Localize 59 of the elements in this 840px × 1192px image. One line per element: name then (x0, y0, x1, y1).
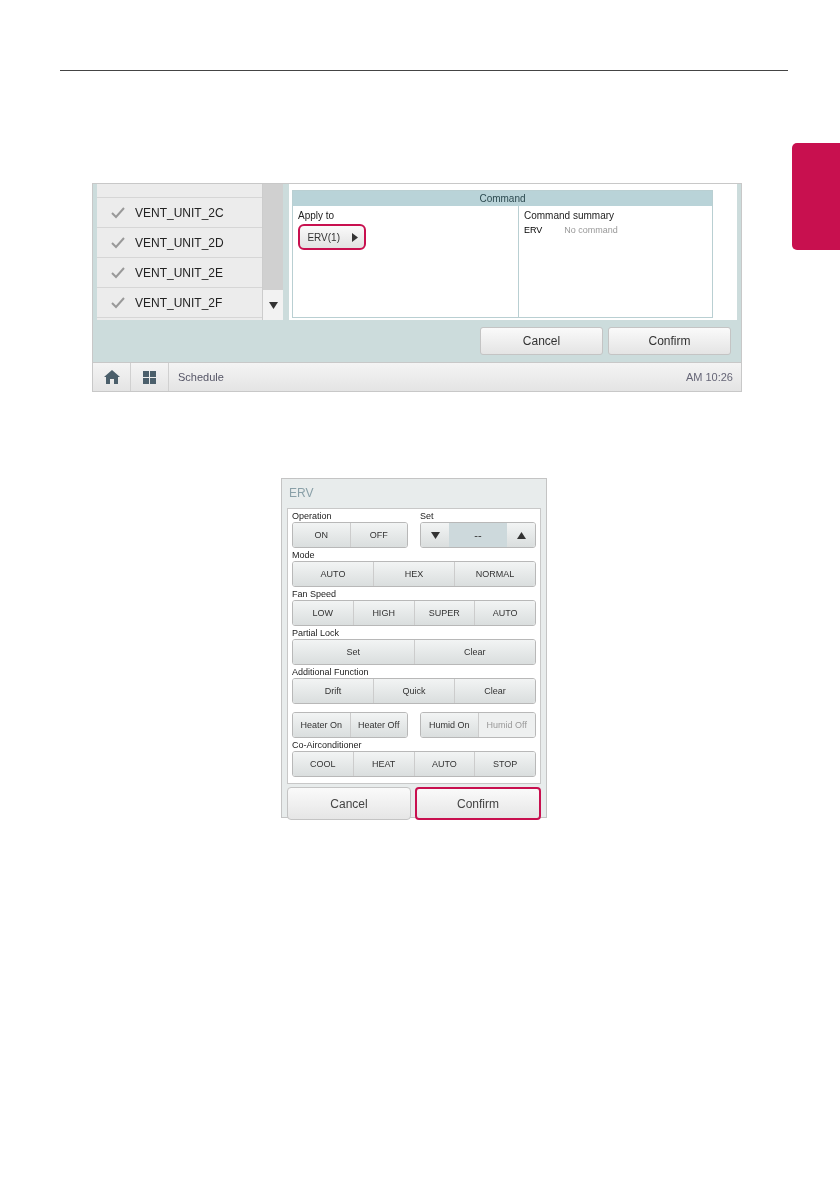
option-button[interactable]: Heater On (293, 713, 351, 737)
device-item[interactable]: VENT_UNIT_2E (97, 258, 262, 288)
device-item[interactable]: VENT_UNIT_2D (97, 228, 262, 258)
confirm-button[interactable]: Confirm (608, 327, 731, 355)
device-item[interactable]: VENT_UNIT_2F (97, 288, 262, 318)
option-button[interactable]: Quick (374, 679, 455, 703)
section-label: Co-Airconditioner (292, 740, 363, 751)
device-item[interactable]: VENT_UNIT_2C (97, 198, 262, 228)
grid-icon (143, 370, 156, 384)
decrease-button[interactable] (421, 523, 449, 547)
option-button[interactable]: HEAT (353, 752, 415, 776)
summary-device: ERV (524, 225, 543, 235)
option-button[interactable]: STOP (475, 752, 535, 776)
option-button[interactable]: COOL (293, 752, 354, 776)
summary-title: Command summary (524, 210, 616, 221)
dialog-title: ERV (288, 485, 315, 502)
clock-time: AM 10:26 (685, 371, 733, 383)
check-icon (111, 236, 125, 249)
summary-command: No command (564, 225, 618, 235)
apply-to-label: Apply to (298, 210, 335, 221)
check-icon (111, 266, 125, 279)
section-label: Fan Speed (292, 589, 338, 600)
section-label: Additional Function (292, 667, 370, 678)
option-button[interactable]: HEX (374, 562, 455, 586)
scrollbar[interactable] (263, 184, 283, 320)
option-button[interactable]: AUTO (414, 752, 476, 776)
section-label: Mode (292, 550, 316, 561)
option-button[interactable]: ON (293, 523, 351, 547)
play-icon (352, 232, 358, 242)
apply-button[interactable]: ERV(1) (298, 224, 366, 250)
cancel-button[interactable]: Cancel (480, 327, 603, 355)
option-button[interactable]: Clear (455, 679, 535, 703)
check-icon (111, 206, 125, 219)
panel-header: Command (293, 191, 712, 206)
down-triangle-icon (430, 531, 440, 539)
option-button[interactable]: AUTO (475, 601, 535, 625)
increase-button[interactable] (507, 523, 535, 547)
option-button[interactable]: Set (293, 640, 415, 664)
option-button[interactable]: Humid On (421, 713, 479, 737)
option-button[interactable]: LOW (293, 601, 354, 625)
section-label: Operation (292, 511, 333, 522)
set-value: -- (449, 523, 507, 547)
option-button[interactable]: OFF (350, 523, 407, 547)
option-button[interactable]: NORMAL (455, 562, 535, 586)
cancel-button[interactable]: Cancel (287, 787, 411, 820)
scroll-down-icon (268, 301, 278, 309)
confirm-button[interactable]: Confirm (415, 787, 541, 820)
up-triangle-icon (516, 531, 526, 539)
option-button[interactable]: SUPER (414, 601, 476, 625)
home-icon (103, 370, 120, 384)
option-button[interactable]: Heater Off (350, 713, 407, 737)
option-button[interactable]: HIGH (353, 601, 415, 625)
option-button[interactable]: AUTO (293, 562, 374, 586)
check-icon (111, 296, 125, 309)
section-label: Partial Lock (292, 628, 341, 639)
screen-title: Schedule (178, 371, 225, 383)
option-button[interactable]: Drift (293, 679, 374, 703)
option-button[interactable]: Clear (414, 640, 535, 664)
section-label: Set (420, 511, 435, 522)
